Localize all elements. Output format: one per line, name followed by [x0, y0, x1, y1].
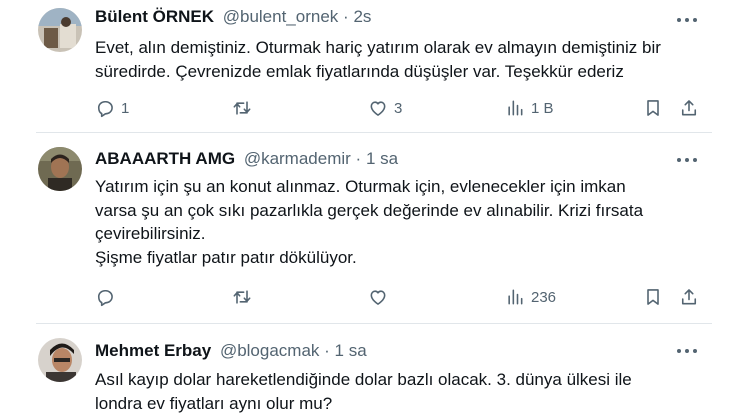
tweet-text: Evet, alın demiştiniz. Oturmak hariç yat… [95, 36, 705, 83]
share-icon [681, 289, 697, 305]
text-line: londra ev fiyatları aynı olur mu? [95, 393, 333, 413]
timestamp[interactable]: 1 sa [366, 149, 398, 168]
reply-icon [97, 100, 113, 118]
action-bar: 236 [95, 285, 705, 309]
share-button[interactable] [679, 96, 699, 120]
separator: · [343, 7, 349, 26]
tweet-header: ABAAARTH AMG @karmademir · 1 sa [95, 149, 398, 169]
tweet-text: Asıl kayıp dolar hareketlendiğinde dolar… [95, 368, 705, 415]
views-count: 1 B [531, 99, 554, 117]
retweet-button[interactable] [232, 96, 258, 120]
avatar[interactable] [38, 338, 82, 382]
retweet-icon [233, 101, 251, 115]
text-line: çevirebilirsiniz. [95, 224, 206, 243]
views-count: 236 [531, 288, 557, 306]
retweet-icon [233, 290, 251, 304]
display-name[interactable]: Mehmet Erbay [95, 341, 211, 360]
reply-button[interactable]: 1 [95, 96, 129, 120]
views-icon [508, 289, 523, 305]
handle[interactable]: @karmademir [244, 149, 351, 168]
bookmark-button[interactable] [643, 285, 663, 309]
more-icon[interactable] [677, 17, 697, 23]
reply-count: 1 [121, 99, 130, 117]
bookmark-button[interactable] [643, 96, 663, 120]
handle[interactable]: @blogacmak [220, 341, 319, 360]
tweet-header: Mehmet Erbay @blogacmak · 1 sa [95, 341, 367, 361]
bookmark-icon [647, 100, 659, 116]
text-line: Asıl kayıp dolar hareketlendiğinde dolar… [95, 370, 632, 389]
like-icon [370, 290, 386, 305]
reply-feed: Bülent ÖRNEK @bulent_ornek · 2s Evet, al… [0, 0, 730, 420]
separator: · [324, 341, 330, 360]
text-line: Şişme fiyatlar patır patır dökülüyor. [95, 247, 357, 267]
tweet[interactable]: ABAAARTH AMG @karmademir · 1 sa Yatırım … [0, 133, 730, 323]
display-name[interactable]: Bülent ÖRNEK [95, 7, 214, 26]
avatar[interactable] [38, 147, 82, 191]
text-line: varsa şu an çok sıkı pazarlıkla gerçek d… [95, 200, 644, 220]
tweet-header: Bülent ÖRNEK @bulent_ornek · 2s [95, 7, 371, 27]
more-icon[interactable] [677, 348, 697, 354]
like-icon [370, 101, 386, 116]
timestamp[interactable]: 1 sa [335, 341, 367, 360]
bookmark-icon [647, 289, 659, 305]
like-button[interactable]: 3 [368, 96, 402, 120]
text-line: Evet, alın demiştiniz. Oturmak hariç yat… [95, 38, 661, 57]
tweet-text: Yatırım için şu an konut alınmaz. Oturma… [95, 175, 705, 269]
separator: · [355, 149, 362, 168]
tweet[interactable]: Bülent ÖRNEK @bulent_ornek · 2s Evet, al… [0, 0, 730, 132]
avatar[interactable] [38, 8, 82, 52]
action-bar: 1 3 1 B [95, 96, 705, 120]
like-count: 3 [394, 99, 403, 117]
text-line: Yatırım için şu an konut alınmaz. Oturma… [95, 177, 626, 196]
handle[interactable]: @bulent_ornek [223, 7, 339, 26]
reply-button[interactable] [95, 285, 121, 309]
views-button[interactable]: 236 [505, 285, 556, 309]
tweet[interactable]: Mehmet Erbay @blogacmak · 1 sa Asıl kayı… [0, 324, 730, 420]
retweet-button[interactable] [232, 285, 258, 309]
like-button[interactable] [368, 285, 394, 309]
text-line: süredirde. Çevrenizde emlak fiyatlarında… [95, 61, 624, 81]
views-icon [508, 100, 523, 116]
views-button[interactable]: 1 B [505, 96, 554, 120]
share-icon [681, 100, 697, 116]
timestamp[interactable]: 2s [353, 7, 371, 26]
display-name[interactable]: ABAAARTH AMG [95, 149, 235, 168]
share-button[interactable] [679, 285, 699, 309]
more-icon[interactable] [677, 157, 697, 163]
reply-icon [97, 289, 113, 307]
